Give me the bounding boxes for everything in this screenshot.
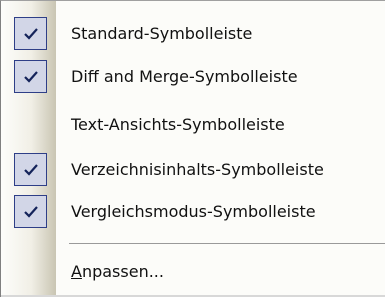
menu-item-text-view-toolbar[interactable]: Text-Ansichts-Symbolleiste [1, 103, 385, 147]
menu-item-label: Verzeichnisinhalts-Symbolleiste [71, 160, 324, 179]
checked-indicator [14, 17, 47, 50]
toolbars-context-menu: Standard-Symbolleiste Diff and Merge-Sym… [0, 0, 385, 297]
menu-item-compare-mode-toolbar[interactable]: Vergleichsmodus-Symbolleiste [1, 190, 385, 234]
menu-item-diff-merge-toolbar[interactable]: Diff and Merge-Symbolleiste [1, 55, 385, 99]
menu-item-label: Standard-Symbolleiste [71, 24, 253, 43]
menu-item-label-rest: npassen... [81, 262, 164, 281]
menu-item-directory-contents-toolbar[interactable]: Verzeichnisinhalts-Symbolleiste [1, 148, 385, 192]
checkmark-icon [24, 71, 38, 83]
menu-item-label: Text-Ansichts-Symbolleiste [71, 115, 285, 134]
menu-separator [69, 243, 385, 244]
menu-item-customize[interactable]: Anpassen... [1, 250, 385, 294]
menu-item-label: Anpassen... [71, 250, 164, 294]
checkmark-icon [24, 28, 38, 40]
menu-item-standard-toolbar[interactable]: Standard-Symbolleiste [1, 12, 385, 56]
menu-item-label: Vergleichsmodus-Symbolleiste [71, 202, 316, 221]
checked-indicator [14, 153, 47, 186]
menu-item-label: Diff and Merge-Symbolleiste [71, 67, 298, 86]
checked-indicator [14, 195, 47, 228]
mnemonic-letter: A [71, 262, 82, 281]
checkmark-icon [24, 206, 38, 218]
checkmark-icon [24, 164, 38, 176]
checked-indicator [14, 60, 47, 93]
